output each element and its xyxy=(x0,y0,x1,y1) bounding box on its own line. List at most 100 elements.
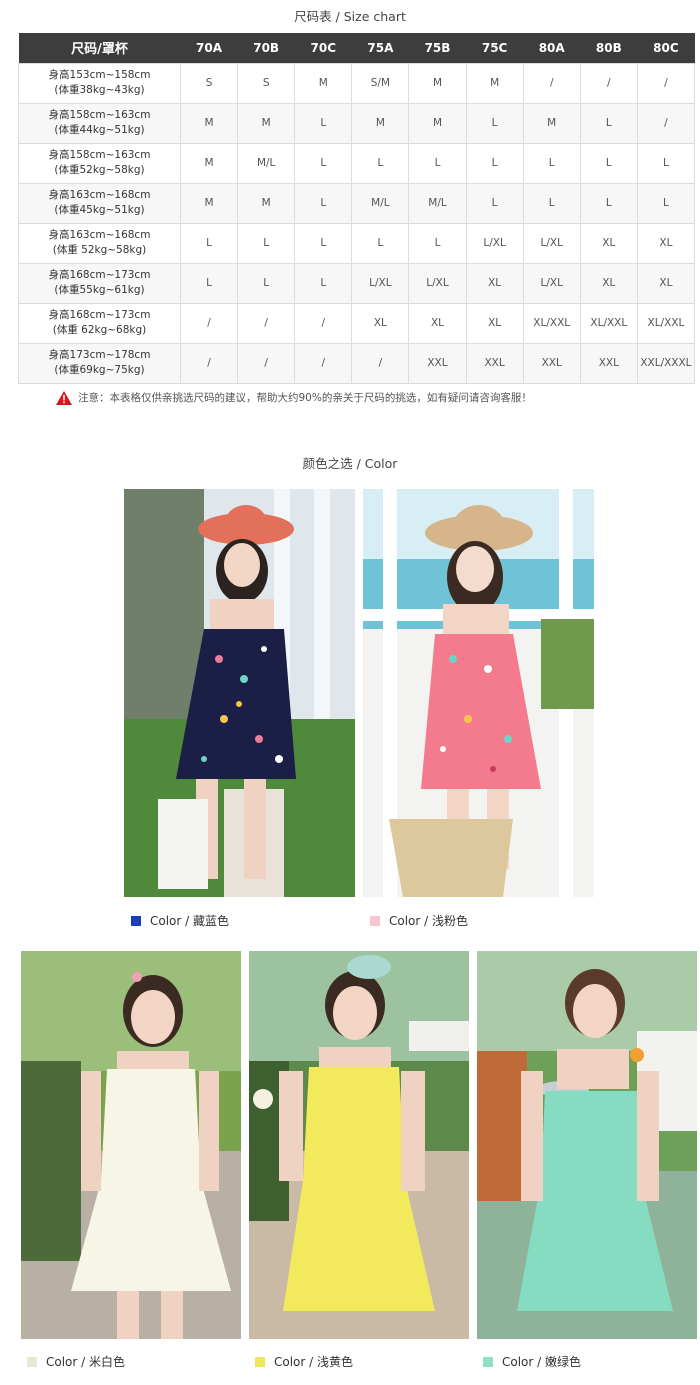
table-cell: M xyxy=(294,62,353,104)
column-header: 70B xyxy=(237,33,295,63)
warning-icon xyxy=(56,390,72,405)
table-cell: L xyxy=(351,142,410,184)
row-label-weight: (体重69kg~75kg) xyxy=(54,364,145,376)
table-cell: / xyxy=(351,342,410,384)
color-label-text: Color / 米白色 xyxy=(46,1355,126,1369)
table-row: 身高163cm~168cm (体重 52kg~58kg) L L L L L L/XL L/XL… xyxy=(18,222,696,264)
table-cell: L/XL xyxy=(408,262,467,304)
table-cell: L xyxy=(408,222,467,264)
table-cell: L xyxy=(351,222,410,264)
table-cell: L/XL xyxy=(465,222,524,264)
table-cell: L xyxy=(408,142,467,184)
color-label-text: Color / 嫩绿色 xyxy=(502,1355,582,1369)
table-cell: XL xyxy=(351,302,410,344)
table-cell: L/XL xyxy=(522,222,581,264)
column-header: 75C xyxy=(466,33,524,63)
color-label-text: Color / 浅黄色 xyxy=(274,1355,354,1369)
color-label-green: Color / 嫩绿色 xyxy=(483,1353,581,1370)
table-cell: XL xyxy=(408,302,467,344)
column-header: 75B xyxy=(408,33,467,63)
table-cell: XXL xyxy=(465,342,524,384)
table-cell: / xyxy=(294,302,353,344)
table-cell: / xyxy=(522,62,581,104)
row-label-height: 身高168cm~173cm xyxy=(48,309,151,321)
table-cell: XL xyxy=(465,302,524,344)
table-cell: / xyxy=(237,342,296,384)
row-label: 身高153cm~158cm (体重38kg~43kg) xyxy=(18,62,181,104)
table-cell: XXL/XXXL xyxy=(636,342,696,384)
table-cell: M xyxy=(465,62,524,104)
row-label-height: 身高163cm~168cm xyxy=(48,189,151,201)
table-cell: L xyxy=(237,222,296,264)
table-cell: S/M xyxy=(351,62,410,104)
color-label-white: Color / 米白色 xyxy=(27,1353,125,1370)
row-label-height: 身高168cm~173cm xyxy=(48,269,151,281)
table-cell: L/XL xyxy=(522,262,581,304)
size-note: 注意：本表格仅供亲挑选尺码的建议，帮助大约90%的亲关于尺码的挑选，如有疑问请咨… xyxy=(56,390,532,405)
table-cell: M xyxy=(179,102,239,144)
row-label: 身高168cm~173cm (体重55kg~61kg) xyxy=(18,262,181,304)
size-chart-header-row: 尺码/罩杯 70A 70B 70C 75A 75B 75C 80A 80B 80… xyxy=(18,33,695,63)
table-cell: S xyxy=(237,62,296,104)
table-cell: XL xyxy=(636,262,696,304)
table-cell: XL/XXL xyxy=(522,302,581,344)
color-label-yellow: Color / 浅黄色 xyxy=(255,1353,353,1370)
table-cell: / xyxy=(179,302,239,344)
table-cell: L xyxy=(522,142,581,184)
table-cell: XL/XXL xyxy=(636,302,696,344)
color-swatch xyxy=(370,915,380,926)
row-label-weight: (体重55kg~61kg) xyxy=(54,284,145,296)
column-header: 尺码/罩杯 xyxy=(18,33,181,63)
table-cell: L xyxy=(465,142,524,184)
row-label: 身高158cm~163cm (体重52kg~58kg) xyxy=(18,142,181,184)
row-label-weight: (体重52kg~58kg) xyxy=(54,164,145,176)
table-cell: L xyxy=(465,102,524,144)
table-cell: M xyxy=(408,102,467,144)
column-header: 70C xyxy=(294,33,352,63)
row-label-height: 身高158cm~163cm xyxy=(48,149,151,161)
column-header: 75A xyxy=(351,33,409,63)
size-chart-table: 尺码/罩杯 70A 70B 70C 75A 75B 75C 80A 80B 80… xyxy=(18,33,696,384)
table-row: 身高158cm~163cm (体重52kg~58kg) M M/L L L L L L L L xyxy=(18,142,696,184)
table-row: 身高153cm~158cm (体重38kg~43kg) S S M S/M M M / / / xyxy=(18,62,696,104)
table-cell: / xyxy=(237,302,296,344)
row-label-weight: (体重38kg~43kg) xyxy=(54,84,145,96)
color-label-text: Color / 藏蓝色 xyxy=(150,914,230,928)
color-swatch xyxy=(255,1356,265,1367)
table-cell: XL xyxy=(636,222,696,264)
row-label-height: 身高163cm~168cm xyxy=(48,229,151,241)
product-photo-white xyxy=(21,951,241,1339)
table-cell: / xyxy=(636,102,696,144)
size-chart-body: 身高153cm~158cm (体重38kg~43kg) S S M S/M M M / / / 身高1… xyxy=(18,62,696,384)
row-label-height: 身高153cm~158cm xyxy=(48,69,151,81)
row-label-weight: (体重45kg~51kg) xyxy=(54,204,145,216)
row-label-weight: (体重 62kg~68kg) xyxy=(52,324,147,336)
color-section-title: 颜色之选 / Color xyxy=(302,456,398,471)
table-cell: XXL xyxy=(579,342,638,384)
color-swatch xyxy=(483,1356,493,1367)
table-cell: L xyxy=(522,182,581,224)
table-cell: XL xyxy=(465,262,524,304)
column-header: 80A xyxy=(523,33,581,63)
table-cell: S xyxy=(179,62,239,104)
table-cell: XXL xyxy=(408,342,467,384)
table-cell: XL/XXL xyxy=(579,302,638,344)
row-label: 身高163cm~168cm (体重45kg~51kg) xyxy=(18,182,181,224)
table-row: 身高173cm~178cm (体重69kg~75kg) / / / / XXL XXL XXL X… xyxy=(18,342,696,384)
table-cell: M xyxy=(351,102,410,144)
table-cell: M xyxy=(522,102,581,144)
table-cell: M/L xyxy=(351,182,410,224)
table-cell: L xyxy=(294,102,353,144)
column-header: 80C xyxy=(637,33,695,63)
table-cell: L xyxy=(579,102,638,144)
table-cell: L xyxy=(179,222,239,264)
product-photo-pink xyxy=(363,489,594,897)
size-note-text: 注意：本表格仅供亲挑选尺码的建议，帮助大约90%的亲关于尺码的挑选，如有疑问请咨… xyxy=(78,392,532,404)
row-label: 身高158cm~163cm (体重44kg~51kg) xyxy=(18,102,181,144)
table-cell: L xyxy=(465,182,524,224)
table-row: 身高168cm~173cm (体重55kg~61kg) L L L L/XL L/XL XL L… xyxy=(18,262,696,304)
table-cell: M xyxy=(408,62,467,104)
color-swatch xyxy=(131,915,141,926)
product-photo-yellow xyxy=(249,951,469,1339)
table-cell: XL xyxy=(579,262,638,304)
